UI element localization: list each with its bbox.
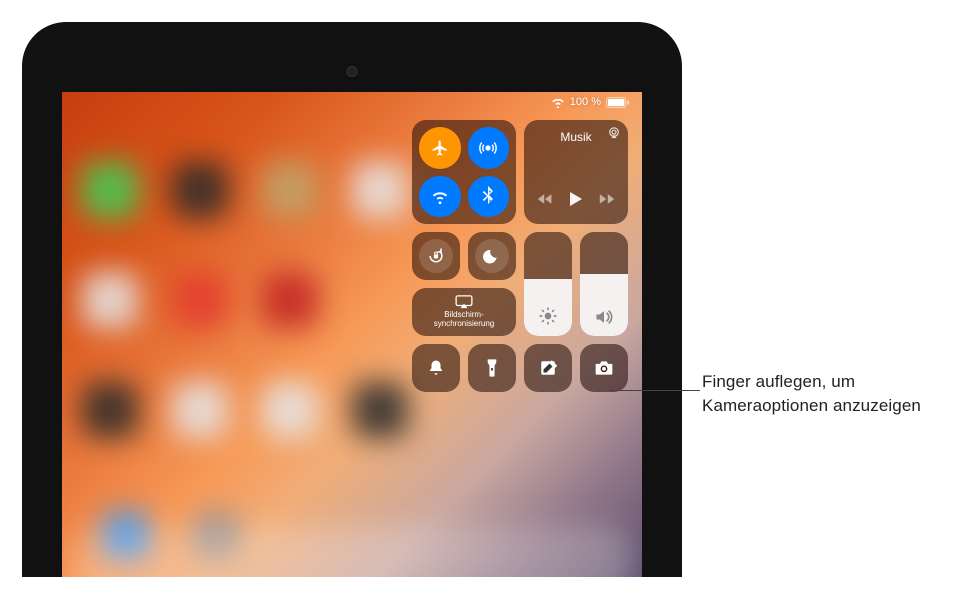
note-icon [539, 359, 557, 377]
rotation-lock-button[interactable] [412, 232, 460, 280]
wifi-button[interactable] [419, 176, 461, 218]
do-not-disturb-button[interactable] [468, 232, 516, 280]
camera-button[interactable] [580, 344, 628, 392]
rewind-icon [537, 193, 553, 205]
wifi-icon [551, 97, 565, 108]
forward-icon [599, 193, 615, 205]
bell-icon [427, 359, 445, 377]
screen-mirroring-label: Bildschirm- synchronisierung [434, 311, 494, 329]
callout-leader-line [610, 390, 700, 391]
airdrop-icon [478, 138, 498, 158]
silent-mode-button[interactable] [412, 344, 460, 392]
brightness-icon [538, 306, 558, 326]
callout-text: Finger auflegen, um Kameraoptionen anzuz… [702, 370, 952, 418]
wifi-icon [430, 188, 450, 204]
airplane-mode-button[interactable] [419, 127, 461, 169]
front-camera-dot [347, 66, 358, 77]
play-icon [569, 191, 583, 207]
ipad-screen: 100 % [62, 92, 642, 577]
flashlight-button[interactable] [468, 344, 516, 392]
brightness-slider[interactable] [524, 232, 572, 336]
play-button[interactable] [569, 191, 583, 210]
status-bar: 100 % [551, 96, 630, 108]
rotation-lock-icon [426, 246, 446, 266]
connectivity-tile[interactable] [412, 120, 516, 224]
forward-button[interactable] [599, 193, 615, 208]
notes-button[interactable] [524, 344, 572, 392]
airdrop-button[interactable] [468, 127, 510, 169]
airplay-icon[interactable] [607, 127, 621, 142]
flashlight-icon [486, 358, 498, 378]
moon-icon [483, 247, 501, 265]
screen-mirroring-button[interactable]: Bildschirm- synchronisierung [412, 288, 516, 336]
battery-percentage: 100 % [570, 96, 601, 108]
camera-icon [594, 360, 614, 376]
screen-mirroring-icon [455, 295, 473, 309]
ipad-frame: 100 % [22, 22, 682, 577]
bluetooth-icon [482, 186, 494, 206]
bluetooth-button[interactable] [468, 176, 510, 218]
rewind-button[interactable] [537, 193, 553, 208]
volume-icon [594, 308, 614, 326]
airplane-icon [431, 139, 449, 157]
battery-icon [606, 97, 630, 108]
now-playing-tile[interactable]: Musik [524, 120, 628, 224]
volume-slider[interactable] [580, 232, 628, 336]
music-source-label: Musik [560, 130, 591, 144]
control-center: Musik [412, 120, 632, 392]
